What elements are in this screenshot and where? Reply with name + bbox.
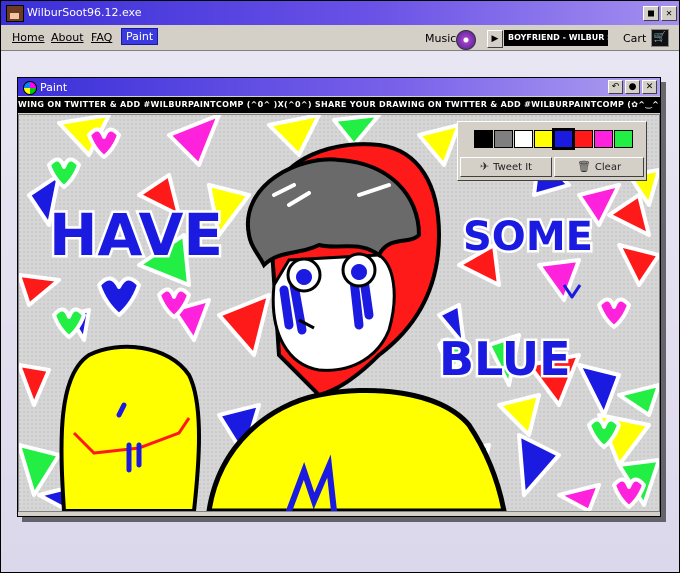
swatch-magenta[interactable] xyxy=(594,130,613,148)
window-title: WilburSoot96.12.exe xyxy=(27,6,142,19)
menu-faq[interactable]: FAQ xyxy=(91,31,112,44)
menu-about[interactable]: About xyxy=(51,31,84,44)
cart-label[interactable]: Cart xyxy=(623,32,646,45)
close-button[interactable]: ✕ xyxy=(661,6,677,21)
title-bar[interactable]: WilburSoot96.12.exe ■ ✕ xyxy=(1,1,679,25)
swatch-yellow[interactable] xyxy=(534,130,553,148)
swatch-black[interactable] xyxy=(474,130,493,148)
trash-icon: 🗑 xyxy=(576,160,591,173)
paint-title: Paint xyxy=(40,81,68,94)
drawing-canvas[interactable]: HAVE SOME BLUE ✈ Tweet It 🗑 Clear xyxy=(18,114,660,512)
now-playing: BOYFRIEND - WILBUR SOOT xyxy=(504,30,608,46)
swatch-red[interactable] xyxy=(574,130,593,148)
paint-window: Paint ↶ ● ✕ WING ON TWITTER & ADD #WILBU… xyxy=(17,77,661,517)
cd-icon[interactable] xyxy=(456,30,476,50)
play-button[interactable]: ▶ xyxy=(487,30,503,48)
paint-palette-icon xyxy=(23,81,37,95)
cart-icon[interactable]: 🛒 xyxy=(651,29,669,47)
hashtag-ticker: WING ON TWITTER & ADD #WILBURPAINTCOMP (… xyxy=(18,97,660,113)
undo-button[interactable]: ↶ xyxy=(608,80,623,94)
word-have: HAVE xyxy=(49,201,223,269)
clear-label: Clear xyxy=(594,162,622,173)
menu-home[interactable]: Home xyxy=(12,31,44,44)
swatch-gray[interactable] xyxy=(494,130,513,148)
tweet-button[interactable]: ✈ Tweet It xyxy=(460,157,552,177)
paint-close-button[interactable]: ✕ xyxy=(642,80,657,94)
swatch-green[interactable] xyxy=(614,130,633,148)
tweet-label: Tweet It xyxy=(493,162,533,173)
menu-paint[interactable]: Paint xyxy=(121,28,159,45)
app-window: WilburSoot96.12.exe ■ ✕ Home About FAQ P… xyxy=(0,0,680,573)
word-some: SOME xyxy=(463,214,593,260)
avatar-icon xyxy=(6,5,24,22)
record-button[interactable]: ● xyxy=(625,80,640,94)
word-blue: BLUE xyxy=(439,332,571,386)
swatch-white[interactable] xyxy=(514,130,533,148)
paint-title-bar[interactable]: Paint ↶ ● ✕ xyxy=(18,78,660,96)
color-palette: ✈ Tweet It 🗑 Clear xyxy=(457,121,647,181)
music-label: Music xyxy=(425,32,457,45)
menu-bar: Home About FAQ Paint Music ▶ BOYFRIEND -… xyxy=(1,26,679,51)
clear-button[interactable]: 🗑 Clear xyxy=(554,157,644,177)
bird-icon: ✈ xyxy=(479,160,490,173)
maximize-button[interactable]: ■ xyxy=(643,6,659,21)
swatch-blue[interactable] xyxy=(552,128,575,150)
